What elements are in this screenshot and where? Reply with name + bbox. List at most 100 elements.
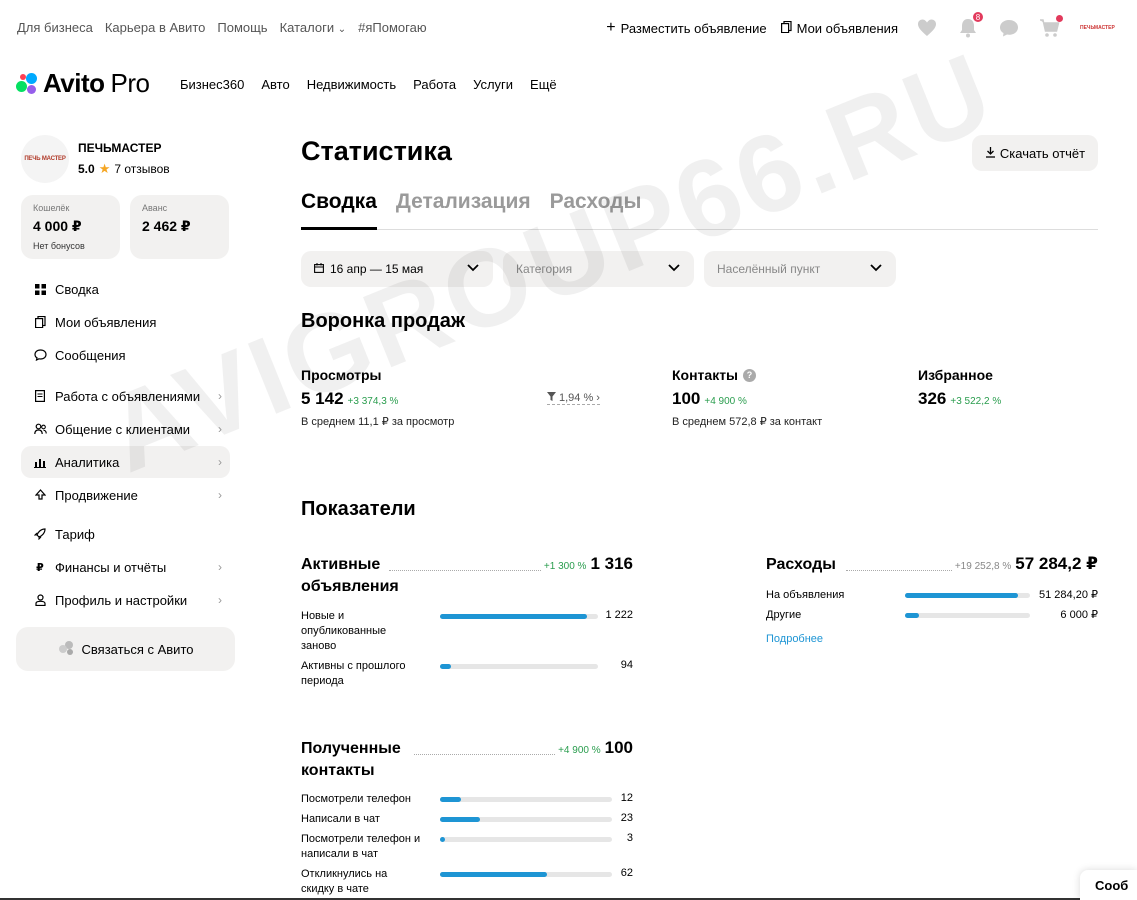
top-link-help-tag[interactable]: #яПомогаю — [358, 20, 426, 35]
sidebar-item-messages[interactable]: Сообщения — [21, 339, 230, 371]
chat-widget-tab[interactable]: Сооб — [1080, 870, 1137, 900]
sidebar-item-clients[interactable]: Общение с клиентами › — [21, 413, 230, 445]
metric-head: Полученные контакты +4 900 % 100 — [301, 738, 633, 784]
top-link-catalogs[interactable]: Каталоги ⌄ — [280, 20, 347, 35]
sidebar-item-profile[interactable]: Профиль и настройки › — [21, 584, 230, 616]
row-bar — [440, 614, 598, 619]
chevron-right-icon: › — [218, 560, 222, 574]
views-sub: В среднем 11,1 ₽ за просмотр — [301, 416, 455, 428]
tab-summary[interactable]: Сводка — [301, 190, 377, 230]
contacts-value: 100 — [672, 389, 701, 408]
row-bar-fill — [905, 613, 919, 618]
row-value: 1 222 — [605, 609, 633, 621]
question-icon[interactable]: ? — [743, 368, 757, 382]
tab-details[interactable]: Детализация — [396, 190, 531, 230]
sidebar-item-label: Общение с клиентами — [55, 421, 191, 437]
row-label: Посмотрели телефон — [301, 793, 411, 805]
sidebar-item-label: Сообщения — [55, 347, 126, 363]
top-links: Для бизнеса Карьера в Авито Помощь Катал… — [17, 20, 427, 35]
seller-rating: 5.0 ★ 7 отзывов — [78, 161, 170, 177]
my-ads-button[interactable]: Мои объявления — [780, 20, 898, 36]
funnel-title: Воронка продаж — [301, 310, 466, 332]
nav-link-business360[interactable]: Бизнес360 — [180, 77, 244, 92]
advance-card[interactable]: Аванс 2 462 ₽ — [130, 195, 229, 259]
bell-icon[interactable]: 8 — [957, 11, 984, 39]
views-delta: +3 374,3 % — [347, 396, 399, 407]
nav-link-auto[interactable]: Авто — [261, 77, 289, 92]
download-label: Скачать отчёт — [999, 145, 1086, 161]
contact-avito-label: Связаться с Авито — [81, 641, 194, 657]
sidebar-item-label: Сводка — [55, 281, 99, 297]
favorites-delta: +3 522,2 % — [950, 396, 1002, 407]
rating-value: 5.0 — [78, 162, 95, 176]
seller-profile[interactable]: ПЕЧЬ МАСТЕР ПЕЧЬМАСТЕР 5.0 ★ 7 отзывов — [21, 135, 170, 183]
wallet-card[interactable]: Кошелёк 4 000 ₽ Нет бонусов — [21, 195, 120, 259]
city-placeholder: Населённый пункт — [717, 262, 821, 276]
period-select[interactable]: 16 апр — 15 мая — [301, 251, 493, 287]
favorites-label: Избранное — [918, 367, 993, 383]
kpi-views: Просмотры 5 142 +3 374,3 % В среднем 11,1… — [301, 367, 454, 428]
kpi-contacts-value: 100 +4 900 % — [672, 389, 822, 409]
dotted-leader — [414, 754, 559, 755]
tab-expenses[interactable]: Расходы — [550, 190, 642, 230]
category-select[interactable]: Категория — [503, 251, 694, 287]
nav-link-realty[interactable]: Недвижимость — [307, 77, 396, 92]
balance-cards: Кошелёк 4 000 ₽ Нет бонусов Аванс 2 462 … — [21, 195, 229, 259]
promo-icon — [33, 488, 47, 502]
seller-info: ПЕЧЬМАСТЕР 5.0 ★ 7 отзывов — [78, 135, 170, 183]
seller-avatar: ПЕЧЬ МАСТЕР — [21, 135, 69, 183]
sidebar-item-label: Работа с объявлениями — [55, 388, 201, 404]
top-link-career[interactable]: Карьера в Авито — [105, 20, 206, 35]
reviews-link[interactable]: 7 отзывов — [114, 162, 169, 176]
nav-link-services[interactable]: Услуги — [473, 77, 513, 92]
advance-label: Аванс — [142, 203, 168, 213]
cart-icon[interactable] — [1039, 15, 1063, 39]
post-ad-button[interactable]: + Разместить объявление — [606, 19, 766, 37]
row-bar — [905, 593, 1030, 598]
expenses-more-link[interactable]: Подробнее — [766, 633, 823, 645]
top-link-help[interactable]: Помощь — [217, 20, 267, 35]
wallet-label: Кошелёк — [33, 203, 70, 213]
views-value: 5 142 — [301, 389, 344, 408]
city-select[interactable]: Населённый пункт — [704, 251, 896, 287]
nav-link-more[interactable]: Ещё — [530, 77, 557, 92]
sidebar-item-finance[interactable]: ₽ Финансы и отчёты › — [21, 551, 230, 583]
conversion-link[interactable]: 1,94 % › — [547, 392, 600, 405]
row-bar-fill — [440, 872, 547, 877]
chat-icon — [33, 348, 47, 362]
expenses-title: Расходы — [766, 556, 836, 573]
row-value: 3 — [626, 832, 633, 844]
top-actions: + Разместить объявление Мои объявления 8… — [606, 11, 1137, 42]
sidebar-item-promotion[interactable]: Продвижение › — [21, 479, 230, 511]
expenses-total: 57 284,2 ₽ — [1015, 554, 1098, 573]
main-nav: Avito Pro Бизнес360 Авто Недвижимость Ра… — [0, 60, 1137, 110]
row-bar-fill — [440, 817, 480, 822]
plus-icon: + — [606, 19, 616, 36]
users-icon — [33, 422, 47, 436]
rocket-icon — [33, 527, 47, 541]
row-bar — [440, 797, 612, 802]
category-placeholder: Категория — [516, 262, 573, 276]
advance-value: 2 462 ₽ — [142, 218, 191, 234]
star-icon: ★ — [98, 161, 111, 176]
top-link-business[interactable]: Для бизнеса — [17, 20, 93, 35]
contact-avito-button[interactable]: Связаться с Авито — [16, 627, 235, 671]
sidebar-item-summary[interactable]: Сводка — [21, 273, 230, 305]
download-report-button[interactable]: Скачать отчёт — [972, 135, 1098, 171]
row-label: Написали в чат — [301, 813, 380, 825]
avito-pro-logo[interactable]: Avito Pro — [16, 68, 150, 99]
profile-avatar[interactable]: ПЕЧЬМАСТЕР — [1080, 21, 1115, 35]
ruble-icon: ₽ — [36, 561, 44, 574]
nav-link-jobs[interactable]: Работа — [413, 77, 456, 92]
sidebar-item-my-ads[interactable]: Мои объявления — [21, 306, 230, 338]
top-bar: Для бизнеса Карьера в Авито Помощь Катал… — [0, 0, 1137, 56]
sidebar-item-ad-work[interactable]: Работа с объявлениями › — [21, 380, 230, 412]
heart-icon[interactable] — [916, 17, 938, 39]
row-label: На объявления — [766, 589, 845, 601]
messages-icon[interactable] — [998, 17, 1020, 39]
sidebar-item-tariff[interactable]: Тариф — [21, 518, 230, 550]
sidebar-item-label: Аналитика — [55, 454, 120, 470]
sidebar-item-label: Мои объявления — [55, 314, 157, 330]
sidebar-item-analytics[interactable]: Аналитика › — [21, 446, 230, 478]
kpi-contacts: Контакты? 100 +4 900 % В среднем 572,8 ₽ … — [672, 367, 822, 428]
